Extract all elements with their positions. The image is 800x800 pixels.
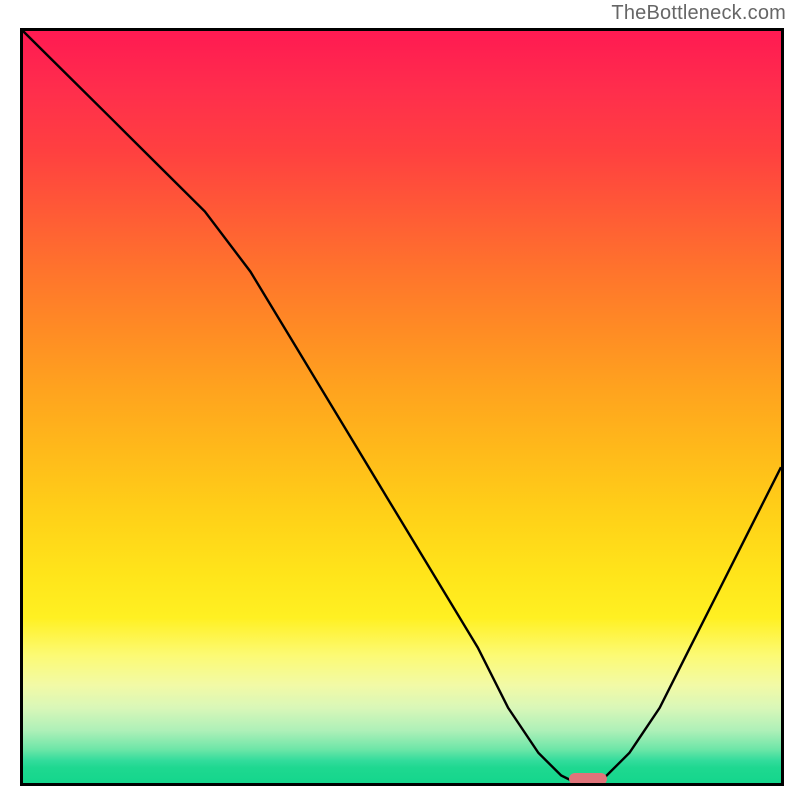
optimal-range-marker [569, 773, 607, 785]
chart-plot-area [20, 28, 784, 786]
bottleneck-curve-path [23, 31, 781, 783]
chart-line-curve [23, 31, 781, 783]
watermark-text: TheBottleneck.com [611, 2, 786, 25]
